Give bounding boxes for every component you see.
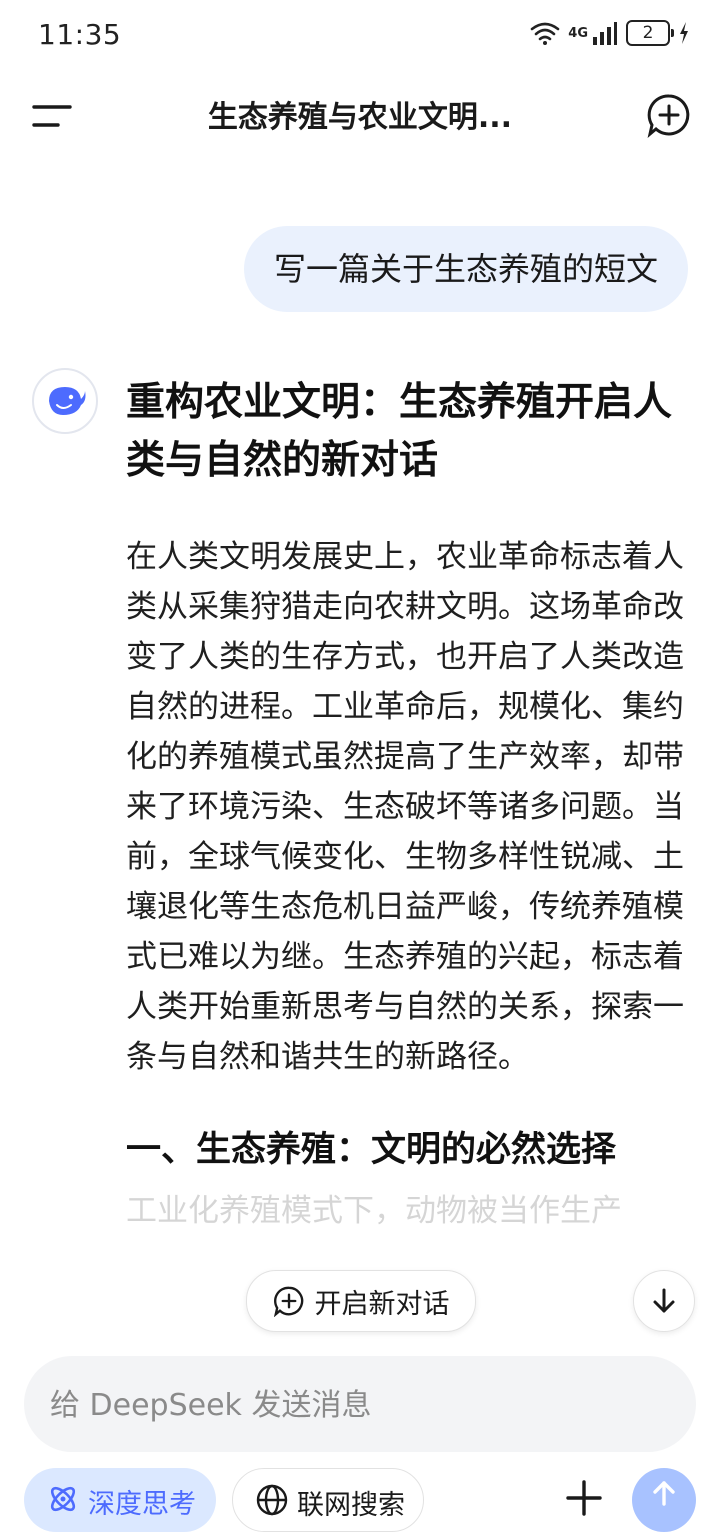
message-composer (24, 1356, 696, 1454)
globe-icon (256, 1484, 288, 1516)
app-header: 生态养殖与农业文明... (0, 72, 720, 156)
arrow-up-icon (653, 1481, 675, 1506)
status-icons: 4G 2 (530, 20, 690, 46)
deep-think-label: 深度思考 (88, 1489, 196, 1520)
send-button[interactable] (632, 1468, 696, 1532)
answer-section-text: 工业化养殖模式下，动物被当作生产 (126, 1193, 622, 1229)
menu-icon[interactable] (28, 96, 76, 136)
answer-title: 重构农业文明：生态养殖开启人类与自然的新对话 (126, 380, 673, 483)
battery-icon: 2 (626, 20, 674, 46)
charging-icon (680, 22, 688, 44)
new-chat-icon[interactable] (646, 92, 692, 138)
network-type-label: 4G (568, 25, 588, 41)
status-bar: 11:35 4G 2 (0, 0, 720, 72)
answer-section-heading: 一、生态养殖：文明的必然选择 (126, 1130, 617, 1170)
new-dialog-button[interactable]: 开启新对话 (246, 1270, 476, 1332)
web-search-label: 联网搜索 (297, 1490, 405, 1521)
conversation-title[interactable]: 生态养殖与农业文明... (130, 92, 590, 136)
new-chat-icon (273, 1286, 303, 1317)
user-message-bubble[interactable]: 写一篇关于生态养殖的短文 (243, 226, 688, 312)
assistant-answer: 重构农业文明：生态养殖开启人类与自然的新对话 在人类文明发展史上，农业革命标志着… (126, 374, 688, 1236)
scroll-down-button[interactable] (633, 1270, 695, 1332)
deepseek-whale-icon (49, 387, 86, 415)
signal-icon (593, 22, 617, 45)
atom-icon (50, 1486, 76, 1512)
status-time: 11:35 (38, 18, 122, 51)
web-search-toggle[interactable]: 联网搜索 (232, 1468, 424, 1532)
deep-think-toggle[interactable]: 深度思考 (24, 1468, 216, 1532)
message-input[interactable] (48, 1356, 672, 1454)
new-dialog-label: 开启新对话 (314, 1288, 450, 1320)
assistant-avatar (32, 368, 98, 434)
plus-icon[interactable] (562, 1476, 606, 1520)
wifi-icon (530, 22, 560, 45)
composer-toolbar: 深度思考 联网搜索 (0, 1468, 720, 1532)
arrow-down-icon (653, 1288, 675, 1313)
answer-paragraph: 在人类文明发展史上，农业革命标志着人类从采集狩猎走向农耕文明。这场革命改变了人类… (126, 539, 684, 1075)
